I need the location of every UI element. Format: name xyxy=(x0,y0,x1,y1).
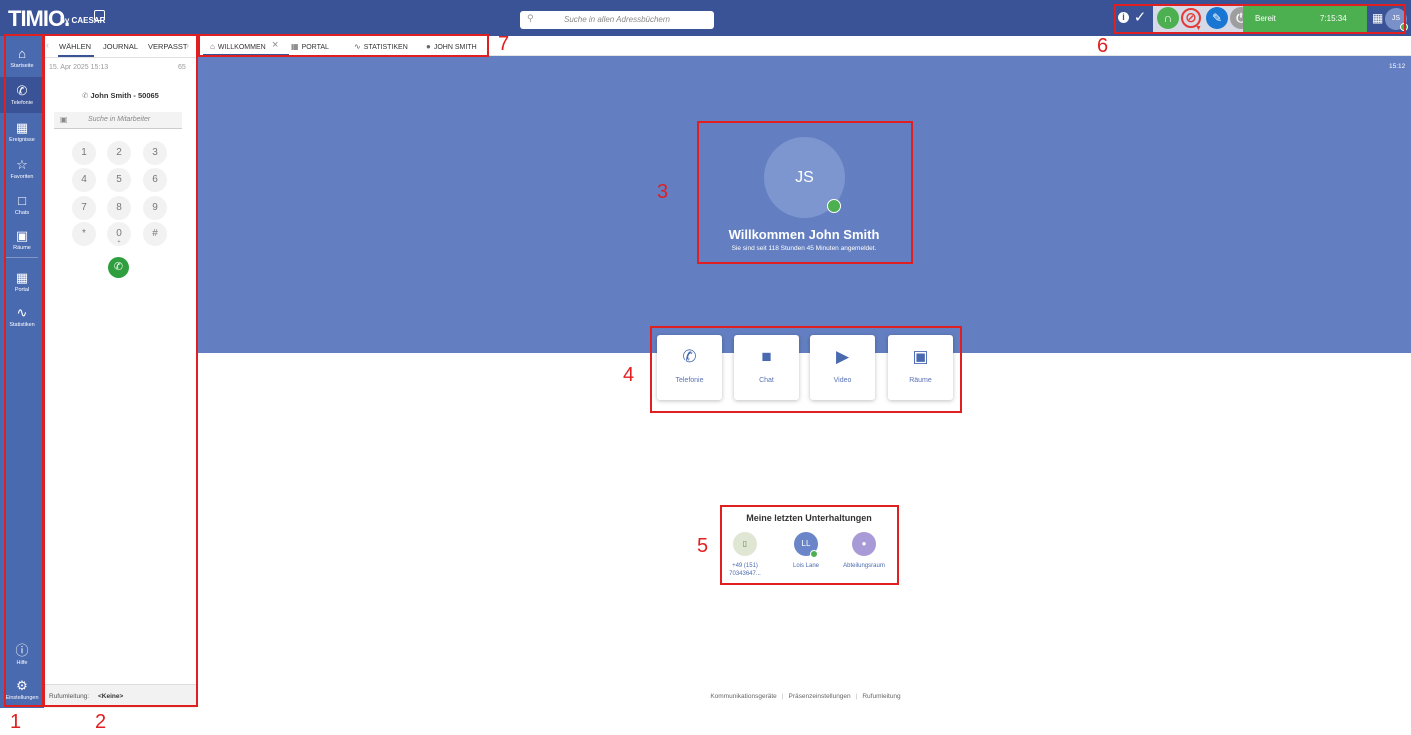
search-placeholder: Suche in allen Adressbüchern xyxy=(564,15,670,24)
separator: | xyxy=(781,693,784,700)
external-link-icon[interactable] xyxy=(94,10,105,21)
annotation-number-3: 3 xyxy=(657,181,669,203)
annotation-box-7 xyxy=(198,34,489,57)
annotation-box-4 xyxy=(650,326,962,413)
annotation-number-5: 5 xyxy=(697,535,709,557)
annotation-number-6: 6 xyxy=(1097,35,1109,57)
annotation-number-4: 4 xyxy=(623,364,635,386)
global-search-input[interactable]: ⚲ Suche in allen Adressbüchern xyxy=(520,11,714,29)
annotation-box-2 xyxy=(43,34,198,707)
annotation-box-6 xyxy=(1114,4,1406,34)
annotation-number-1: 1 xyxy=(10,711,22,733)
clock: 15:12 xyxy=(1389,63,1406,70)
annotation-box-5 xyxy=(720,505,899,585)
annotation-number-7: 7 xyxy=(498,33,510,55)
annotation-box-1 xyxy=(4,34,44,707)
footer-links: Kommunikationsgeräte | Präsenzeinstellunge… xyxy=(0,693,1411,700)
link-kommunikationsgeraete[interactable]: Kommunikationsgeräte xyxy=(710,693,776,700)
link-praesenzeinstellungen[interactable]: Präsenzeinstellungen xyxy=(789,693,851,700)
link-rufumleitung[interactable]: Rufumleitung xyxy=(862,693,900,700)
annotation-box-3 xyxy=(697,121,913,264)
separator: | xyxy=(855,693,858,700)
annotation-number-2: 2 xyxy=(95,711,107,733)
